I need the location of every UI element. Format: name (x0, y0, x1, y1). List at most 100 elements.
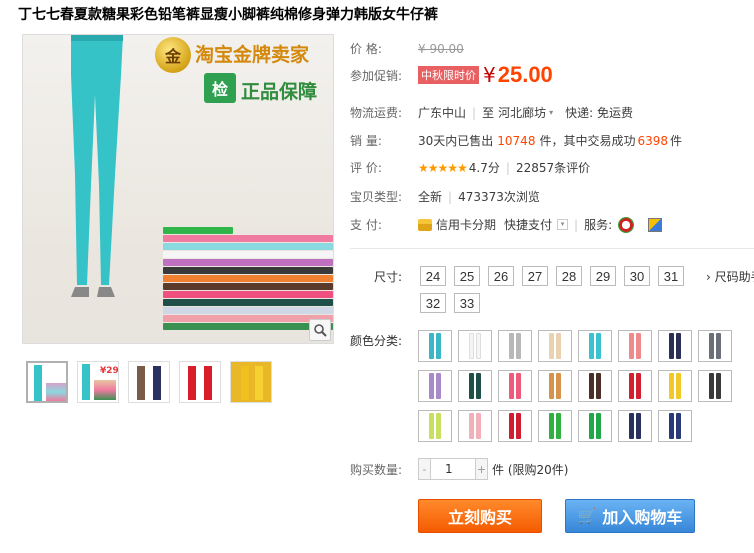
color-label: 颜色分类: (350, 334, 403, 348)
credit-installment[interactable]: 信用卡分期 (436, 216, 496, 233)
main-product-image[interactable]: 金 淘宝金牌卖家 检 正品保障 (22, 34, 334, 344)
buy-now-label: 立刻购买 (447, 508, 512, 527)
color-swatch[interactable] (498, 330, 532, 362)
color-swatches (418, 330, 748, 450)
size-option-33[interactable]: 33 (454, 293, 480, 313)
size-option-32[interactable]: 32 (420, 293, 446, 313)
size-option-31[interactable]: 31 (658, 266, 684, 286)
price-row: 价 格: ¥ 90.00 (350, 40, 464, 57)
chevron-right-icon: › (706, 270, 711, 284)
credit-card-service-icon[interactable] (648, 217, 663, 232)
thumbnail-4[interactable] (179, 361, 221, 403)
size-option-30[interactable]: 30 (624, 266, 650, 286)
size-option-24[interactable]: 24 (420, 266, 446, 286)
pants-swatch-icon (469, 333, 481, 359)
color-swatch[interactable] (578, 370, 612, 402)
product-title: 丁七七春夏款糖果彩色铅笔裤显瘦小脚裤纯棉修身弹力韩版女牛仔裤 (18, 7, 438, 23)
chevron-down-icon: ▾ (557, 219, 569, 230)
color-swatch[interactable] (578, 330, 612, 362)
thumbnail-3[interactable] (128, 361, 170, 403)
color-label-row: 颜色分类: (350, 332, 418, 349)
color-swatch[interactable] (698, 330, 732, 362)
cart-icon: 🛒 (577, 507, 597, 525)
folded-pants-stack (163, 227, 333, 339)
thumbnail-5[interactable] (230, 361, 272, 403)
thumbnail-2[interactable]: ¥29 (77, 361, 119, 403)
size-options: 24 25 26 27 28 29 30 31 32 33 (420, 266, 696, 320)
color-swatch[interactable] (578, 410, 612, 442)
size-helper-link[interactable]: › 尺码助手 (706, 268, 754, 285)
pants-swatch-icon (469, 413, 481, 439)
success-count: 6398 (637, 133, 669, 148)
shipping-destination-select[interactable]: 河北廊坊 ▾ (498, 104, 553, 121)
quick-pay: 快捷支付 (504, 218, 553, 232)
pants-swatch-icon (589, 333, 601, 359)
pants-swatch-icon (629, 373, 641, 399)
color-swatch[interactable] (618, 370, 652, 402)
sales-text-2: 件，其中交易成功 (539, 134, 636, 148)
color-swatch[interactable] (658, 370, 692, 402)
size-option-29[interactable]: 29 (590, 266, 616, 286)
color-swatch[interactable] (458, 370, 492, 402)
color-swatch[interactable] (538, 410, 572, 442)
shipping-fee: 快递: 免运费 (565, 106, 633, 120)
gold-seller-text: 淘宝金牌卖家 (195, 44, 310, 66)
pants-swatch-icon (669, 413, 681, 439)
pants-swatch-icon (549, 373, 561, 399)
chevron-down-icon: ▾ (549, 108, 554, 117)
gold-seller-badge-icon: 金 (155, 37, 191, 73)
currency-symbol: ¥ (483, 63, 496, 87)
add-to-cart-button[interactable]: 🛒 加入购物车 (565, 499, 695, 533)
quantity-plus-button[interactable]: + (475, 458, 488, 480)
review-count-link[interactable]: 22857条评价 (516, 159, 590, 176)
pants-swatch-icon (509, 413, 521, 439)
size-option-26[interactable]: 26 (488, 266, 514, 286)
pants-swatch-icon (589, 413, 601, 439)
color-swatch[interactable] (418, 370, 452, 402)
promo-price: 25.00 (497, 62, 553, 87)
color-swatch[interactable] (458, 330, 492, 362)
color-swatch[interactable] (538, 370, 572, 402)
shipping-to-prefix: 至 (482, 106, 495, 120)
color-swatch[interactable] (698, 370, 732, 402)
size-option-27[interactable]: 27 (522, 266, 548, 286)
color-swatch[interactable] (618, 410, 652, 442)
pants-illustration (71, 35, 123, 297)
color-swatch[interactable] (498, 410, 532, 442)
quantity-minus-button[interactable]: - (418, 458, 431, 480)
quantity-input[interactable]: 1 (431, 458, 475, 480)
zoom-icon[interactable] (309, 319, 331, 341)
color-swatch[interactable] (538, 330, 572, 362)
sales-row: 销 量: 30天内已售出 10748 件，其中交易成功 6398 件 (350, 132, 682, 149)
buy-now-button[interactable]: 立刻购买 (418, 499, 542, 533)
quick-pay-select[interactable]: 快捷支付 ▾ (504, 216, 569, 233)
color-swatch[interactable] (418, 410, 452, 442)
item-condition: 全新 (418, 190, 443, 204)
color-swatch[interactable] (658, 330, 692, 362)
size-option-25[interactable]: 25 (454, 266, 480, 286)
pants-swatch-icon (629, 413, 641, 439)
promo-row: 参加促销: 中秋限时价 ¥ 25.00 (350, 62, 553, 88)
promo-label: 参加促销: (350, 68, 403, 83)
thumbnail-1[interactable] (26, 361, 68, 403)
original-price: ¥ 90.00 (418, 41, 464, 56)
section-divider (350, 248, 754, 249)
inspection-badge-icon: 检 (204, 73, 236, 103)
color-swatch[interactable] (618, 330, 652, 362)
payment-row: 支 付: 信用卡分期 快捷支付 ▾ | 服务: (350, 216, 663, 233)
rating-score: 4.7分 (468, 161, 500, 175)
rating-label: 评 价: (350, 161, 382, 175)
color-swatch[interactable] (458, 410, 492, 442)
sales-label: 销 量: (350, 134, 382, 148)
seven-day-return-icon[interactable] (618, 216, 635, 233)
size-option-28[interactable]: 28 (556, 266, 582, 286)
sales-text-1: 30天内已售出 (418, 134, 494, 148)
color-swatch[interactable] (658, 410, 692, 442)
color-swatch[interactable] (498, 370, 532, 402)
shipping-destination: 河北廊坊 (498, 106, 547, 120)
pants-swatch-icon (549, 413, 561, 439)
credit-card-icon (418, 218, 432, 231)
price-label: 价 格: (350, 42, 382, 56)
color-swatch[interactable] (418, 330, 452, 362)
sales-count: 10748 (497, 133, 536, 148)
